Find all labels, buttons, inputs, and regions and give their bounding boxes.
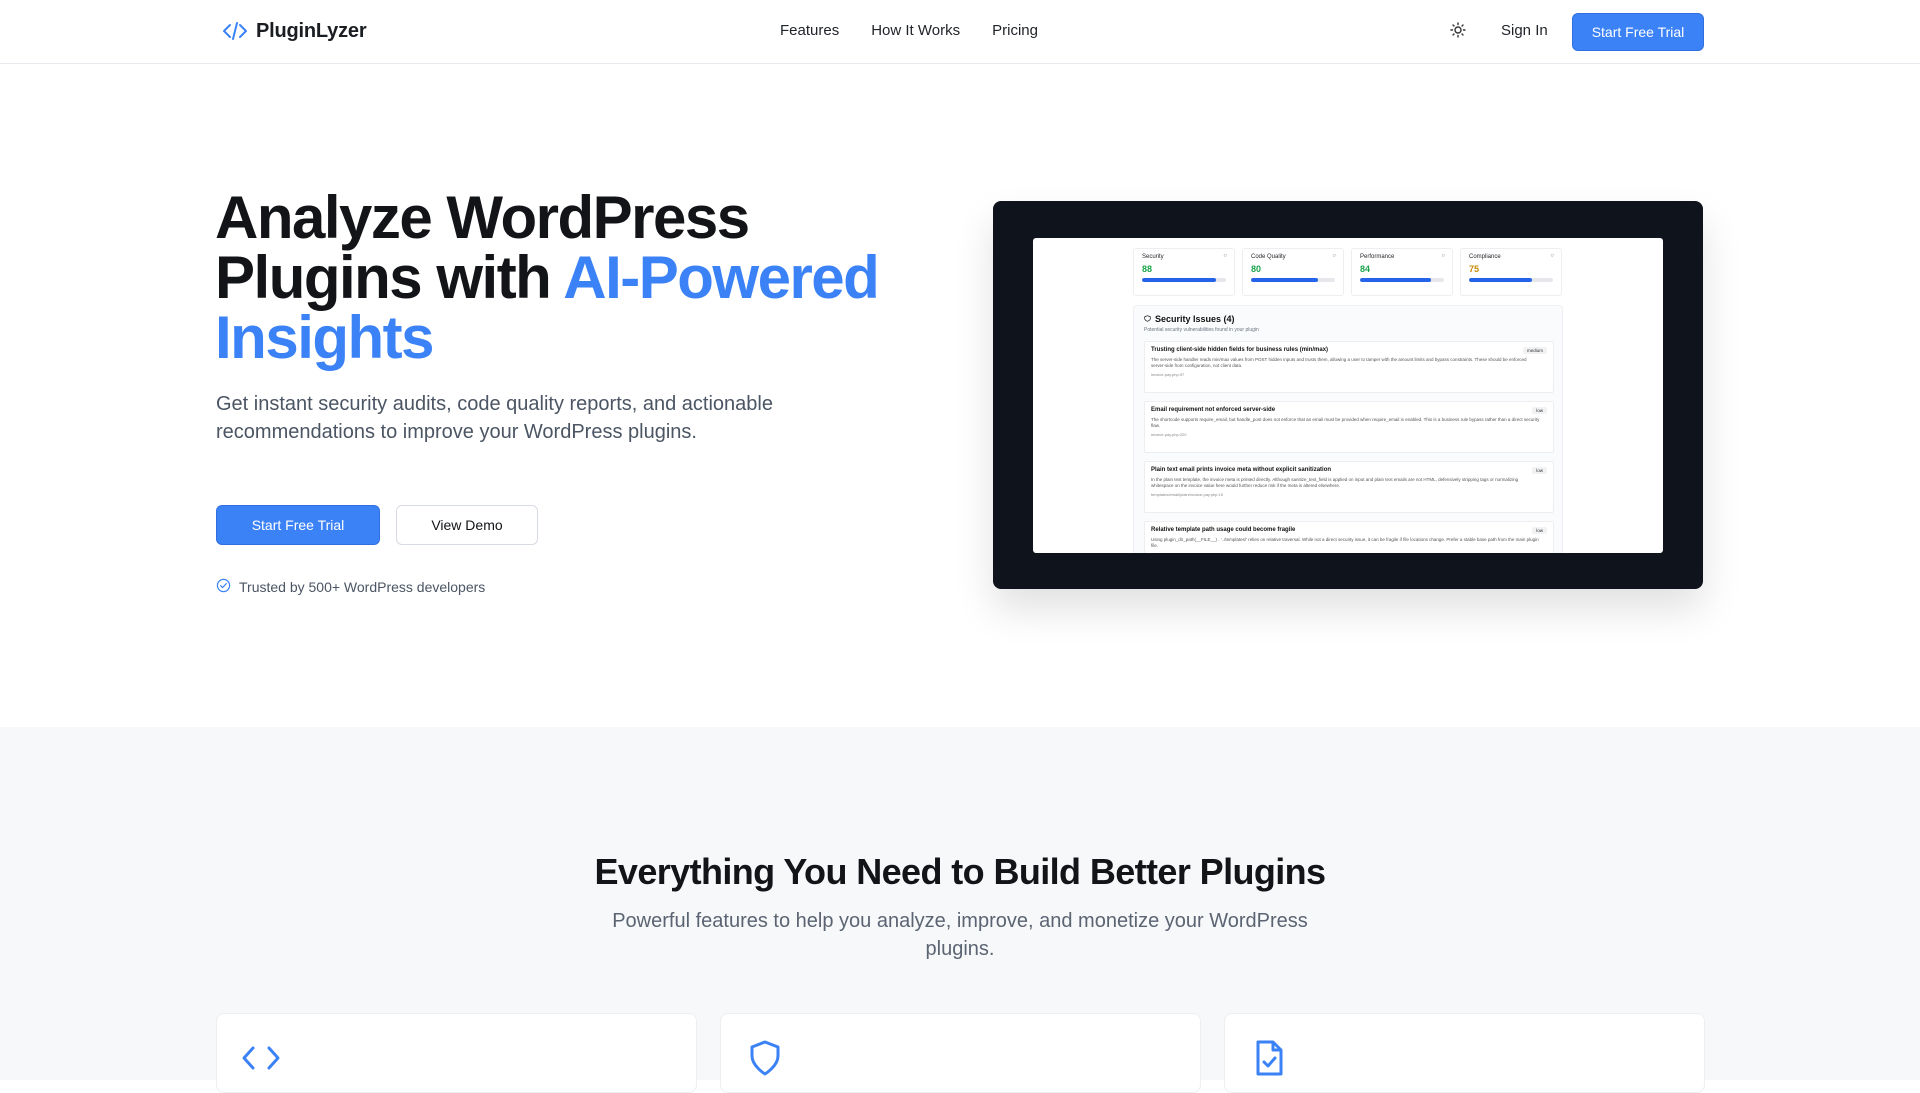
score-name: Security — [1142, 254, 1164, 260]
hero-start-free-trial-button[interactable]: Start Free Trial — [216, 505, 380, 545]
score-bar — [1251, 278, 1335, 282]
theme-toggle-button[interactable] — [1446, 20, 1470, 44]
score-name: Compliance — [1469, 254, 1501, 260]
score-bar — [1360, 278, 1444, 282]
issue-file: invoice-pay.php:220 — [1151, 432, 1187, 437]
start-free-trial-button[interactable]: Start Free Trial — [1572, 13, 1704, 51]
hero-subtitle: Get instant security audits, code qualit… — [216, 393, 773, 443]
issue-item[interactable]: Trusting client-side hidden fields for b… — [1144, 341, 1554, 393]
score-value: 88 — [1142, 264, 1153, 274]
top-navigation: PluginLyzer Features How It Works Pricin… — [0, 0, 1920, 64]
issue-title: Trusting client-side hidden fields for b… — [1151, 347, 1329, 353]
nav-link-features[interactable]: Features — [780, 22, 839, 39]
severity-badge: medium — [1522, 347, 1547, 354]
score-card: Compliance ○ 75 — [1460, 248, 1562, 296]
hero-title-line2: Plugins with — [215, 244, 564, 311]
hero-title: Analyze WordPress Plugins with AI-Powere… — [215, 188, 955, 368]
nav-links: Features How It Works Pricing — [780, 22, 1038, 39]
code-brackets-icon — [241, 1038, 281, 1078]
features-section: Everything You Need to Build Better Plug… — [0, 727, 1920, 1093]
feature-card — [216, 1013, 697, 1093]
issue-item[interactable]: Plain text email prints invoice meta wit… — [1144, 461, 1554, 513]
score-bar — [1469, 278, 1553, 282]
score-card: Performance ○ 84 — [1351, 248, 1453, 296]
bolt-icon: ○ — [1441, 253, 1445, 259]
shield-icon — [745, 1038, 785, 1078]
score-bar-fill — [1360, 278, 1431, 282]
security-issues-subtitle: Potential security vulnerabilities found… — [1144, 327, 1259, 333]
issue-description: The server-side handler reads min/max va… — [1151, 357, 1527, 368]
issue-description: In the plain text template, the invoice … — [1151, 477, 1519, 488]
check-circle-icon: ○ — [1550, 253, 1554, 259]
trusted-badge: Trusted by 500+ WordPress developers — [216, 578, 485, 596]
shield-icon — [1144, 314, 1151, 324]
preview-screen: Security ○ 88 Code Quality ○ 80 Performance ○ 84… — [1033, 238, 1663, 553]
score-bar — [1142, 278, 1226, 282]
severity-badge: low — [1532, 407, 1547, 414]
hero-title-line1: Analyze WordPress — [215, 184, 750, 251]
dashboard-preview: Security ○ 88 Code Quality ○ 80 Performance ○ 84… — [993, 201, 1703, 589]
score-name: Code Quality — [1251, 254, 1286, 260]
issue-title: Plain text email prints invoice meta wit… — [1151, 467, 1332, 473]
brand-logo[interactable]: PluginLyzer — [222, 18, 367, 44]
nav-link-pricing[interactable]: Pricing — [992, 22, 1038, 39]
security-issues-panel: Security Issues (4) Potential security v… — [1133, 305, 1563, 553]
feature-card — [720, 1013, 1201, 1093]
file-check-icon — [1249, 1038, 1289, 1078]
score-card: Security ○ 88 — [1133, 248, 1235, 296]
score-value: 84 — [1360, 264, 1371, 274]
hero-buttons: Start Free Trial View Demo — [216, 505, 538, 545]
score-bar-fill — [1251, 278, 1319, 282]
score-card: Code Quality ○ 80 — [1242, 248, 1344, 296]
score-value: 75 — [1469, 264, 1480, 274]
issue-description: Using plugin_dir_path(__FILE__) . '../te… — [1151, 537, 1539, 548]
shield-icon: ○ — [1223, 253, 1227, 259]
features-subtitle: Powerful features to help you analyze, i… — [612, 910, 1308, 960]
hero-title-accent-line3: Insights — [215, 304, 435, 371]
nav-link-how-it-works[interactable]: How It Works — [871, 22, 960, 39]
score-name: Performance — [1360, 254, 1395, 260]
hero-title-accent: AI-Powered — [563, 244, 880, 311]
feature-card — [1224, 1013, 1705, 1093]
issue-title: Email requirement not enforced server-si… — [1151, 407, 1276, 413]
trusted-text: Trusted by 500+ WordPress developers — [239, 579, 486, 595]
sun-icon — [1450, 21, 1466, 43]
issue-item[interactable]: Email requirement not enforced server-si… — [1144, 401, 1554, 453]
sign-in-link[interactable]: Sign In — [1501, 22, 1548, 39]
score-value: 80 — [1251, 264, 1262, 274]
code-icon: ○ — [1332, 253, 1336, 259]
severity-badge: low — [1532, 467, 1547, 474]
security-issues-title: Security Issues (4) — [1144, 314, 1235, 324]
issue-file: templates/email/plain/invoice-pay.php:15 — [1151, 492, 1223, 497]
issue-item[interactable]: Relative template path usage could becom… — [1144, 521, 1554, 553]
features-title: Everything You Need to Build Better Plug… — [594, 851, 1327, 892]
issue-file: invoice-pay.php:301 — [1151, 552, 1547, 553]
score-bar-fill — [1142, 278, 1216, 282]
view-demo-button[interactable]: View Demo — [396, 505, 538, 545]
issue-file: invoice-pay.php:97 — [1151, 372, 1185, 377]
score-bar-fill — [1469, 278, 1532, 282]
score-cards: Security ○ 88 Code Quality ○ 80 Performance ○ 84… — [1133, 248, 1562, 296]
issue-description: The shortcode supports require_email, bu… — [1151, 417, 1540, 428]
severity-badge: low — [1532, 527, 1547, 534]
issue-title: Relative template path usage could becom… — [1151, 527, 1296, 533]
check-circle-icon — [216, 578, 231, 596]
brand-name: PluginLyzer — [256, 19, 367, 42]
code-brackets-icon — [222, 18, 248, 44]
